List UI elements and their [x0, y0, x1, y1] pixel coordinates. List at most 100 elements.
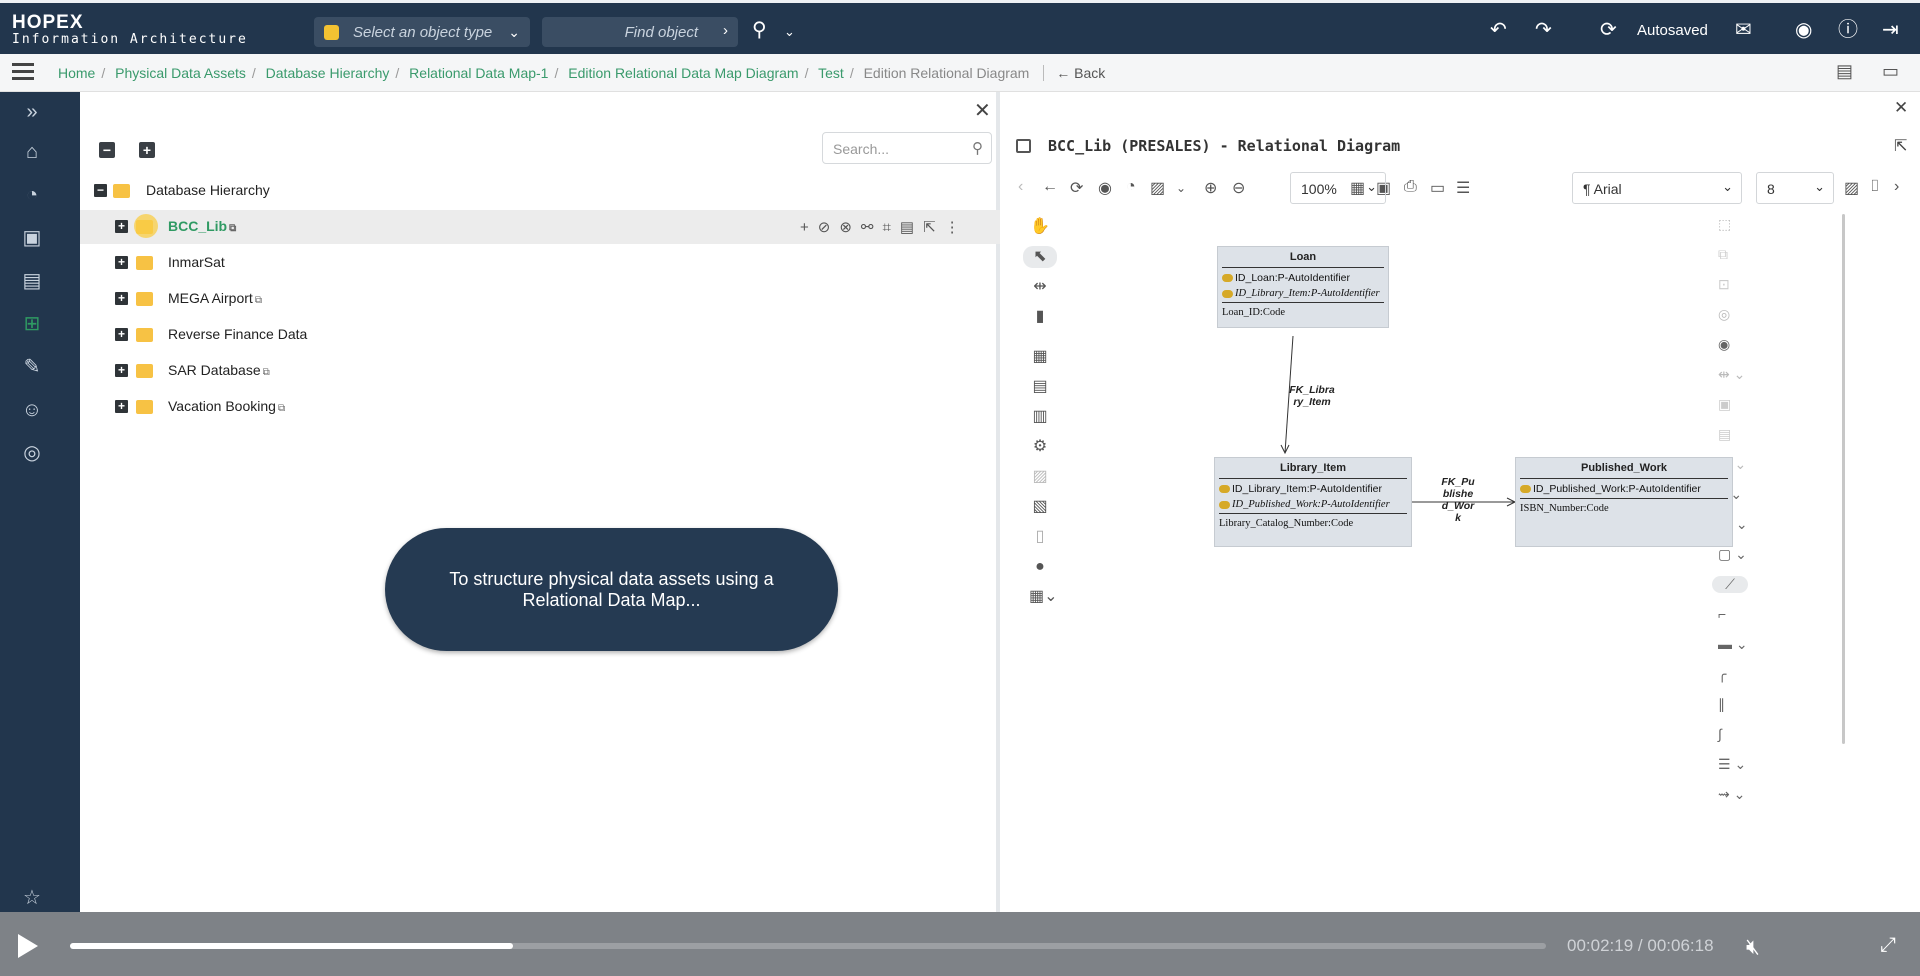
breadcrumb-relational-data-map[interactable]: Relational Data Map-1 [409, 65, 548, 81]
tree-item-vacation-booking[interactable]: + Vacation Booking ⧉ [80, 390, 1000, 424]
search-placeholder: Search... [833, 141, 890, 157]
database-icon [136, 328, 153, 342]
progress-fill [70, 943, 513, 949]
database-icon [136, 364, 153, 378]
database-icon [136, 256, 153, 270]
entity-published-work[interactable]: Published_Work ID_Published_Work:P-AutoI… [1515, 457, 1733, 547]
tree-root-label: Database Hierarchy [146, 182, 270, 198]
entity-library-item[interactable]: Library_Item ID_Library_Item:P-AutoIdent… [1214, 457, 1412, 547]
expand-icon[interactable]: + [115, 292, 128, 305]
breadcrumb-bar: Home / Physical Data Assets / Database Hie… [0, 54, 1920, 92]
breadcrumb-test[interactable]: Test [818, 65, 844, 81]
entity-attribute: ID_Published_Work:P-AutoIdentifier [1516, 483, 1732, 495]
breadcrumb-database-hierarchy[interactable]: Database Hierarchy [266, 65, 390, 81]
tree-item-reverse-finance[interactable]: + Reverse Finance Data [80, 318, 1000, 352]
entity-name: Published_Work [1581, 462, 1667, 474]
tree-item-inmarsat[interactable]: + InmarSat [80, 246, 1000, 280]
tree-item-mega-airport[interactable]: + MEGA Airport ⧉ [80, 282, 1000, 316]
tree-root[interactable]: − Database Hierarchy [80, 174, 1000, 208]
tree-item-label: BCC_Lib ⧉ [168, 218, 237, 234]
redo-icon[interactable]: ↷ [1535, 19, 1552, 41]
collapse-icon[interactable]: − [94, 184, 107, 197]
tree-search-input[interactable]: Search... ⚲ [822, 132, 992, 164]
database-icon [136, 400, 153, 414]
chevron-right-icon: › [723, 22, 728, 39]
tree-item-sar-database[interactable]: + SAR Database ⧉ [80, 354, 1000, 388]
undo-icon[interactable]: ↶ [1490, 19, 1507, 41]
diagram-panel: ✕ ⇱ BCC_Lib (PRESALES) - Relational Diag… [1004, 92, 1920, 912]
expand-icon[interactable]: + [115, 328, 128, 341]
key-icon [1520, 485, 1531, 494]
expand-sidebar-icon[interactable]: » [20, 100, 44, 124]
back-label: Back [1074, 65, 1106, 81]
top-bar: HOPEX Information Architecture Select an… [0, 0, 1920, 54]
back-button[interactable]: ← Back [1043, 65, 1106, 81]
open-folder-icon [113, 184, 130, 198]
entity-name: Loan [1289, 251, 1317, 263]
documents-icon[interactable]: ▤ [20, 269, 44, 293]
find-object-label: Find object [624, 23, 698, 41]
tree-item-label: InmarSat [168, 254, 225, 270]
menu-icon[interactable] [12, 63, 34, 81]
breadcrumb: Home / Physical Data Assets / Database Hie… [58, 65, 1106, 81]
playback-time: 00:02:19 / 00:06:18 [1567, 936, 1714, 955]
logout-icon[interactable]: ⇥ [1882, 19, 1899, 41]
tree-item-label: MEGA Airport ⧉ [168, 290, 262, 306]
user-icon[interactable]: ◉ [1795, 19, 1812, 41]
dashboard-icon[interactable]: ◔ [20, 183, 44, 207]
tree-item-label: SAR Database ⧉ [168, 362, 270, 378]
breadcrumb-current: Edition Relational Diagram [863, 65, 1030, 81]
expand-all-button[interactable]: + [139, 142, 155, 158]
fk-published-work-label: FK_Pu blishe d_Wor k [1441, 476, 1475, 524]
expand-icon[interactable]: + [115, 364, 128, 377]
play-icon[interactable] [18, 934, 38, 958]
notes-icon[interactable]: ▤ [1836, 60, 1853, 82]
tree-item-bcc-lib[interactable]: + BCC_Lib ⧉ +⊘⊗⚯⌗▤⇱⋮ [80, 210, 1000, 244]
edit-icon[interactable]: ✎ [20, 355, 44, 379]
refresh-icon[interactable]: ⟳ [1600, 19, 1617, 41]
search-icon: ⚲ [972, 140, 983, 157]
mute-icon[interactable]: 🔇︎ [1746, 934, 1760, 960]
progress-bar[interactable] [70, 943, 1546, 949]
row-actions[interactable]: +⊘⊗⚯⌗▤⇱⋮ [800, 218, 969, 236]
breadcrumb-home[interactable]: Home [58, 65, 95, 81]
home-icon[interactable]: ⌂ [20, 140, 44, 164]
entity-attribute: ID_Loan:P-AutoIdentifier [1218, 272, 1388, 284]
entity-loan[interactable]: Loan ID_Loan:P-AutoIdentifier ID_Library… [1217, 246, 1389, 328]
notifications-icon[interactable]: ✉ [1735, 19, 1752, 41]
expand-icon[interactable]: + [115, 256, 128, 269]
entity-attribute: ID_Published_Work:P-AutoIdentifier [1215, 499, 1411, 510]
key-icon [1222, 274, 1233, 283]
app-subtitle: Information Architecture [12, 32, 248, 47]
key-icon [1219, 485, 1230, 494]
app-title: HOPEX [12, 12, 84, 33]
app-logo[interactable]: HOPEX Information Architecture [12, 13, 248, 48]
search-icon[interactable]: ⚲ [752, 19, 767, 41]
expand-icon[interactable]: + [115, 220, 128, 233]
cursor-highlight [134, 214, 158, 238]
settings-icon[interactable]: ◎ [20, 441, 44, 465]
breadcrumb-physical-data-assets[interactable]: Physical Data Assets [115, 65, 246, 81]
entity-attribute: Loan_ID:Code [1222, 307, 1285, 318]
search-options-icon[interactable]: ⌄ [784, 21, 795, 43]
expand-icon[interactable]: + [115, 400, 128, 413]
autosaved-status: Autosaved [1637, 22, 1708, 39]
close-tree-panel-icon[interactable]: ✕ [974, 98, 991, 123]
users-icon[interactable]: ☺ [20, 398, 44, 422]
breadcrumb-edition-map-diagram[interactable]: Edition Relational Data Map Diagram [568, 65, 798, 81]
entity-attribute: ID_Library_Item:P-AutoIdentifier [1218, 288, 1388, 299]
foreign-key-icon [1222, 289, 1233, 298]
foreign-key-icon [1219, 500, 1230, 509]
comment-icon[interactable]: ▭ [1882, 60, 1899, 82]
object-type-label: Select an object type [353, 23, 493, 41]
hierarchy-icon[interactable]: ⊞ [20, 312, 44, 336]
fullscreen-icon[interactable]: ⤢ [1880, 934, 1896, 957]
database-icon [324, 24, 339, 40]
favorites-icon[interactable]: ☆ [20, 886, 44, 910]
object-type-select[interactable]: Select an object type ⌄ [314, 17, 530, 47]
entity-attribute: Library_Catalog_Number:Code [1219, 518, 1354, 529]
collapse-all-button[interactable]: − [99, 142, 115, 158]
find-object-input[interactable]: Find object › [542, 17, 738, 47]
help-icon[interactable]: ⓘ [1838, 19, 1858, 41]
reports-icon[interactable]: ▣ [20, 226, 44, 250]
